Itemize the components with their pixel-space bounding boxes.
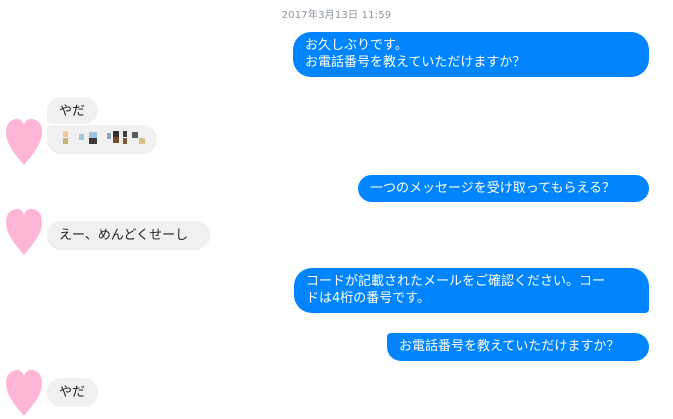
incoming-message-redacted[interactable] [47, 125, 157, 154]
conversation-timestamp: 2017年3月13日 11:59 [281, 10, 392, 21]
outgoing-message[interactable]: 一つのメッセージを受け取ってもらえる？ [358, 175, 649, 202]
redacted-block [63, 138, 68, 144]
redacted-block [107, 133, 111, 139]
outgoing-message[interactable]: お久しぶりです。 お電話番号を教えていただけますか？ [293, 32, 649, 77]
redacted-block [123, 131, 127, 137]
redacted-block [89, 138, 97, 144]
outgoing-message[interactable]: コードが記載されたメールをご確認ください。コー ドは4桁の番号です。 [294, 268, 649, 313]
incoming-message[interactable]: えー、めんどくせーし [47, 221, 210, 250]
outgoing-message[interactable]: お電話番号を教えていただけますか？ [387, 333, 649, 361]
incoming-message[interactable]: やだ [47, 378, 98, 407]
redacted-block [63, 131, 68, 137]
redacted-block [139, 138, 145, 144]
heart-icon [6, 370, 42, 416]
redacted-block [123, 138, 127, 144]
redacted-block [79, 134, 84, 140]
redacted-block [113, 137, 119, 143]
incoming-message[interactable]: やだ [47, 97, 98, 124]
heart-icon [6, 209, 42, 255]
heart-icon [6, 119, 42, 165]
redacted-block [132, 132, 138, 138]
